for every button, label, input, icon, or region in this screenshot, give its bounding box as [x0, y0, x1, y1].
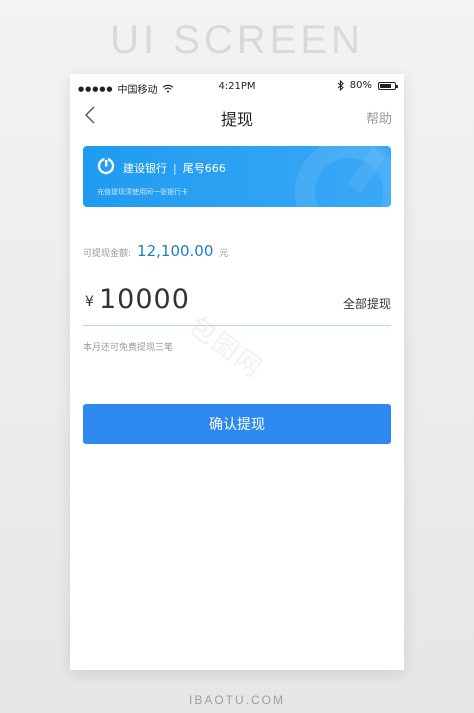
bank-name-row: 建设银行 | 尾号666: [123, 160, 226, 176]
help-link[interactable]: 帮助: [366, 108, 392, 127]
amount-input[interactable]: [99, 281, 299, 317]
available-balance-amount: 12,100.00: [137, 242, 214, 260]
bank-card-decoration: [295, 146, 391, 207]
amount-input-row: ¥ 全部提现: [83, 279, 391, 326]
available-balance-unit: 元: [219, 249, 229, 259]
withdraw-all-button[interactable]: 全部提现: [343, 295, 391, 312]
bank-card[interactable]: 建设银行 | 尾号666 充值提现须使用同一张银行卡: [83, 146, 391, 207]
confirm-withdraw-button[interactable]: 确认提现: [83, 404, 391, 444]
bank-name: 建设银行: [123, 162, 167, 175]
bank-divider: |: [173, 161, 177, 175]
ccb-logo-icon: [97, 157, 115, 175]
battery-icon: [378, 81, 398, 90]
available-balance-row: 可提现金额: 12,100.00 元: [83, 242, 228, 260]
bank-card-hint: 充值提现须使用同一张银行卡: [97, 188, 188, 196]
free-withdraw-hint: 本月还可免费提现三笔: [83, 343, 174, 353]
phone-screen: ●●●●● 中国移动 4:21PM 80% 提现 帮助 建设银行 | 尾号666…: [70, 74, 404, 670]
footer-mark: IBAOTU.COM: [188, 693, 285, 707]
battery-fill: [380, 83, 392, 88]
nav-bar: 提现 帮助: [70, 100, 404, 134]
status-bar: ●●●●● 中国移动 4:21PM 80%: [70, 74, 404, 100]
card-tail-number: 尾号666: [182, 162, 226, 175]
poster-title: UI SCREEN: [110, 18, 364, 62]
available-balance-label: 可提现金额:: [83, 249, 132, 259]
currency-symbol: ¥: [85, 294, 94, 310]
page-title: 提现: [220, 110, 253, 129]
status-right: 80%: [337, 80, 398, 91]
bluetooth-icon: [337, 80, 344, 91]
battery-percent: 80%: [349, 80, 372, 91]
